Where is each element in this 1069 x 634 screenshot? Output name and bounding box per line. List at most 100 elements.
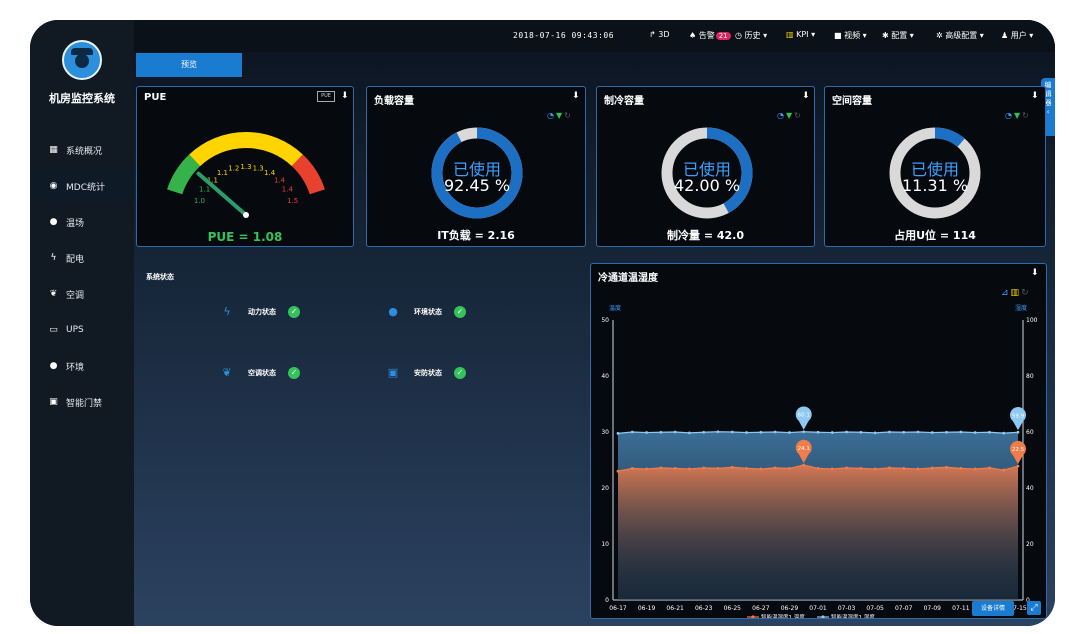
gear-icon: ✱ bbox=[882, 31, 889, 40]
sidebar-item[interactable]: ◉ MDC统计 bbox=[30, 168, 134, 204]
pue-value: PUE = 1.08 bbox=[207, 230, 283, 244]
temperature-point bbox=[845, 466, 848, 470]
humidity-point bbox=[702, 430, 706, 434]
gauge-tick-label: 1.1 bbox=[199, 186, 210, 194]
y-axis-left-label: 温度 bbox=[609, 304, 621, 312]
y-tick-left: 20 bbox=[601, 485, 609, 492]
y-tick-right: 100 bbox=[1026, 317, 1038, 324]
y-tick-right: 40 bbox=[1026, 485, 1034, 492]
temperature-point bbox=[1002, 468, 1006, 472]
temperature-point bbox=[859, 467, 863, 470]
temperature-point bbox=[730, 465, 734, 469]
pue-gauge: 1.01.11.11.11.2 1.3 1.31.41.41.41.5 bbox=[167, 132, 325, 218]
door-icon: ▣ bbox=[49, 396, 58, 407]
status-environment: ● 环境状态 ✓ bbox=[386, 305, 466, 319]
battery-icon: ▭ bbox=[49, 324, 58, 335]
filter-icon[interactable]: ▼ bbox=[556, 111, 564, 120]
space-footer: 占用U位 = 114 bbox=[894, 229, 976, 242]
load-footer: IT负载 = 2.16 bbox=[437, 229, 515, 242]
gauge-band bbox=[291, 154, 325, 195]
gauge-tick-label: 1.3 bbox=[253, 165, 264, 173]
topbar-history-menu[interactable]: ◷ 历史 ▾ bbox=[735, 30, 767, 41]
gauge-tick-label: 1.1 bbox=[217, 169, 228, 177]
x-tick-label: 07-07 bbox=[895, 605, 913, 612]
humidity-point bbox=[673, 430, 677, 434]
space-donut: 已使用 11.31 % bbox=[885, 123, 985, 223]
sidebar-item[interactable]: ▣ 智能门禁 bbox=[30, 384, 134, 420]
sidebar-item[interactable]: ● 环境 bbox=[30, 348, 134, 384]
gauge-band bbox=[189, 132, 303, 167]
pie-icon[interactable]: ◔ bbox=[1005, 111, 1014, 120]
load-panel-title: 负载容量 bbox=[374, 96, 414, 107]
temperature-point bbox=[973, 467, 977, 471]
download-icon[interactable]: ⬇ bbox=[1031, 91, 1041, 101]
refresh-icon[interactable]: ↻ bbox=[564, 111, 573, 120]
sidebar-nav: ▦ 系统概况 ◉ MDC统计 ● 温场 ϟ 配电 ❦ 空调 ▭ UPS ● 环境 ▣ 智能门禁 bbox=[30, 132, 134, 420]
humidity-point bbox=[816, 430, 820, 434]
device-detail-button[interactable]: 设备详情 bbox=[972, 601, 1014, 616]
panel-toolbox[interactable]: ◔▼↻ bbox=[547, 111, 573, 120]
humidity-point bbox=[645, 431, 648, 434]
gauge-tick-label: 1.3 bbox=[240, 163, 251, 171]
filter-icon[interactable]: ▼ bbox=[786, 111, 794, 120]
download-icon[interactable]: ⬇ bbox=[572, 91, 582, 101]
refresh-icon[interactable]: ↻ bbox=[794, 111, 803, 120]
temperature-point bbox=[1016, 464, 1020, 468]
topbar-alarm-button[interactable]: ♠ 告警 21 bbox=[689, 30, 731, 41]
temperature-point bbox=[688, 467, 691, 471]
preview-button[interactable]: 预览 bbox=[136, 53, 242, 77]
expand-icon[interactable]: ⤢ bbox=[1027, 601, 1041, 615]
temperature-point bbox=[773, 466, 777, 470]
sidebar-item[interactable]: ▦ 系统概况 bbox=[30, 132, 134, 168]
leaf-icon: ❦ bbox=[49, 288, 58, 299]
temperature-point bbox=[745, 467, 748, 470]
humidity-point bbox=[916, 430, 920, 434]
drop-icon: ● bbox=[388, 305, 398, 318]
bolt-icon: ϟ bbox=[50, 252, 57, 263]
humidity-point bbox=[1002, 431, 1006, 435]
bell-icon: ♠ bbox=[689, 31, 697, 40]
y-tick-right: 80 bbox=[1026, 373, 1034, 380]
temperature-point bbox=[930, 466, 934, 470]
user-icon: ♟ bbox=[1001, 31, 1009, 40]
temperature-point bbox=[630, 467, 634, 470]
gauge-tick-label: 1.4 bbox=[282, 186, 294, 194]
refresh-icon[interactable]: ↻ bbox=[1022, 111, 1031, 120]
topbar-user-menu[interactable]: ♟ 用户 ▾ bbox=[1001, 30, 1033, 41]
gauge-tick-label: 1.0 bbox=[194, 197, 205, 205]
download-icon[interactable]: ⬇ bbox=[802, 91, 812, 101]
topbar-3d-button[interactable]: ↱ 3D bbox=[649, 30, 670, 39]
gauge-tick-label: 1.5 bbox=[287, 197, 298, 205]
alarm-count-badge: 21 bbox=[715, 32, 731, 40]
panel-toolbox[interactable]: ◔▼↻ bbox=[1005, 111, 1031, 120]
temperature-point bbox=[988, 466, 991, 470]
temperature-point bbox=[816, 467, 820, 470]
topbar-video-menu[interactable]: ■ 视频 ▾ bbox=[834, 30, 867, 41]
filter-icon[interactable]: ▼ bbox=[1014, 111, 1022, 120]
sidebar: 机房监控系统 ▦ 系统概况 ◉ MDC统计 ● 温场 ϟ 配电 ❦ 空调 ▭ UPS ● 环境 ▣ 智能门禁 bbox=[30, 20, 134, 626]
topbar: 2018-07-16 09:43:06 ↱ 3D ♠ 告警 21 ◷ 历史 ▾ ▥… bbox=[134, 20, 1055, 52]
pie-icon[interactable]: ◔ bbox=[547, 111, 556, 120]
sidebar-item[interactable]: ● 温场 bbox=[30, 204, 134, 240]
sidebar-item-label: 配电 bbox=[66, 254, 85, 265]
pie-icon[interactable]: ◔ bbox=[777, 111, 786, 120]
x-tick-label: 06-21 bbox=[666, 605, 684, 612]
humidity-point bbox=[745, 431, 748, 434]
topbar-advanced-config-menu[interactable]: ✲ 高级配置 ▾ bbox=[936, 30, 984, 41]
sidebar-item-label: UPS bbox=[66, 325, 84, 335]
y-axis-right-label: 湿度 bbox=[1015, 304, 1027, 312]
marker-label: 59.9 bbox=[1012, 413, 1025, 419]
sidebar-item[interactable]: ▭ UPS bbox=[30, 312, 134, 348]
cooling-panel-title: 制冷容量 bbox=[604, 96, 644, 107]
panel-toolbox[interactable]: ◔▼↻ bbox=[777, 111, 803, 120]
check-icon: ✓ bbox=[454, 367, 466, 379]
topbar-kpi-menu[interactable]: ▥ KPI ▾ bbox=[786, 30, 815, 39]
sidebar-item[interactable]: ϟ 配电 bbox=[30, 240, 134, 276]
topbar-config-menu[interactable]: ✱ 配置 ▾ bbox=[882, 30, 914, 41]
temperature-point bbox=[759, 467, 763, 471]
history-icon: ◷ bbox=[735, 31, 742, 40]
temperature-point bbox=[873, 467, 877, 471]
humidity-point bbox=[730, 430, 734, 434]
legend-dot bbox=[751, 615, 755, 618]
sidebar-item[interactable]: ❦ 空调 bbox=[30, 276, 134, 312]
